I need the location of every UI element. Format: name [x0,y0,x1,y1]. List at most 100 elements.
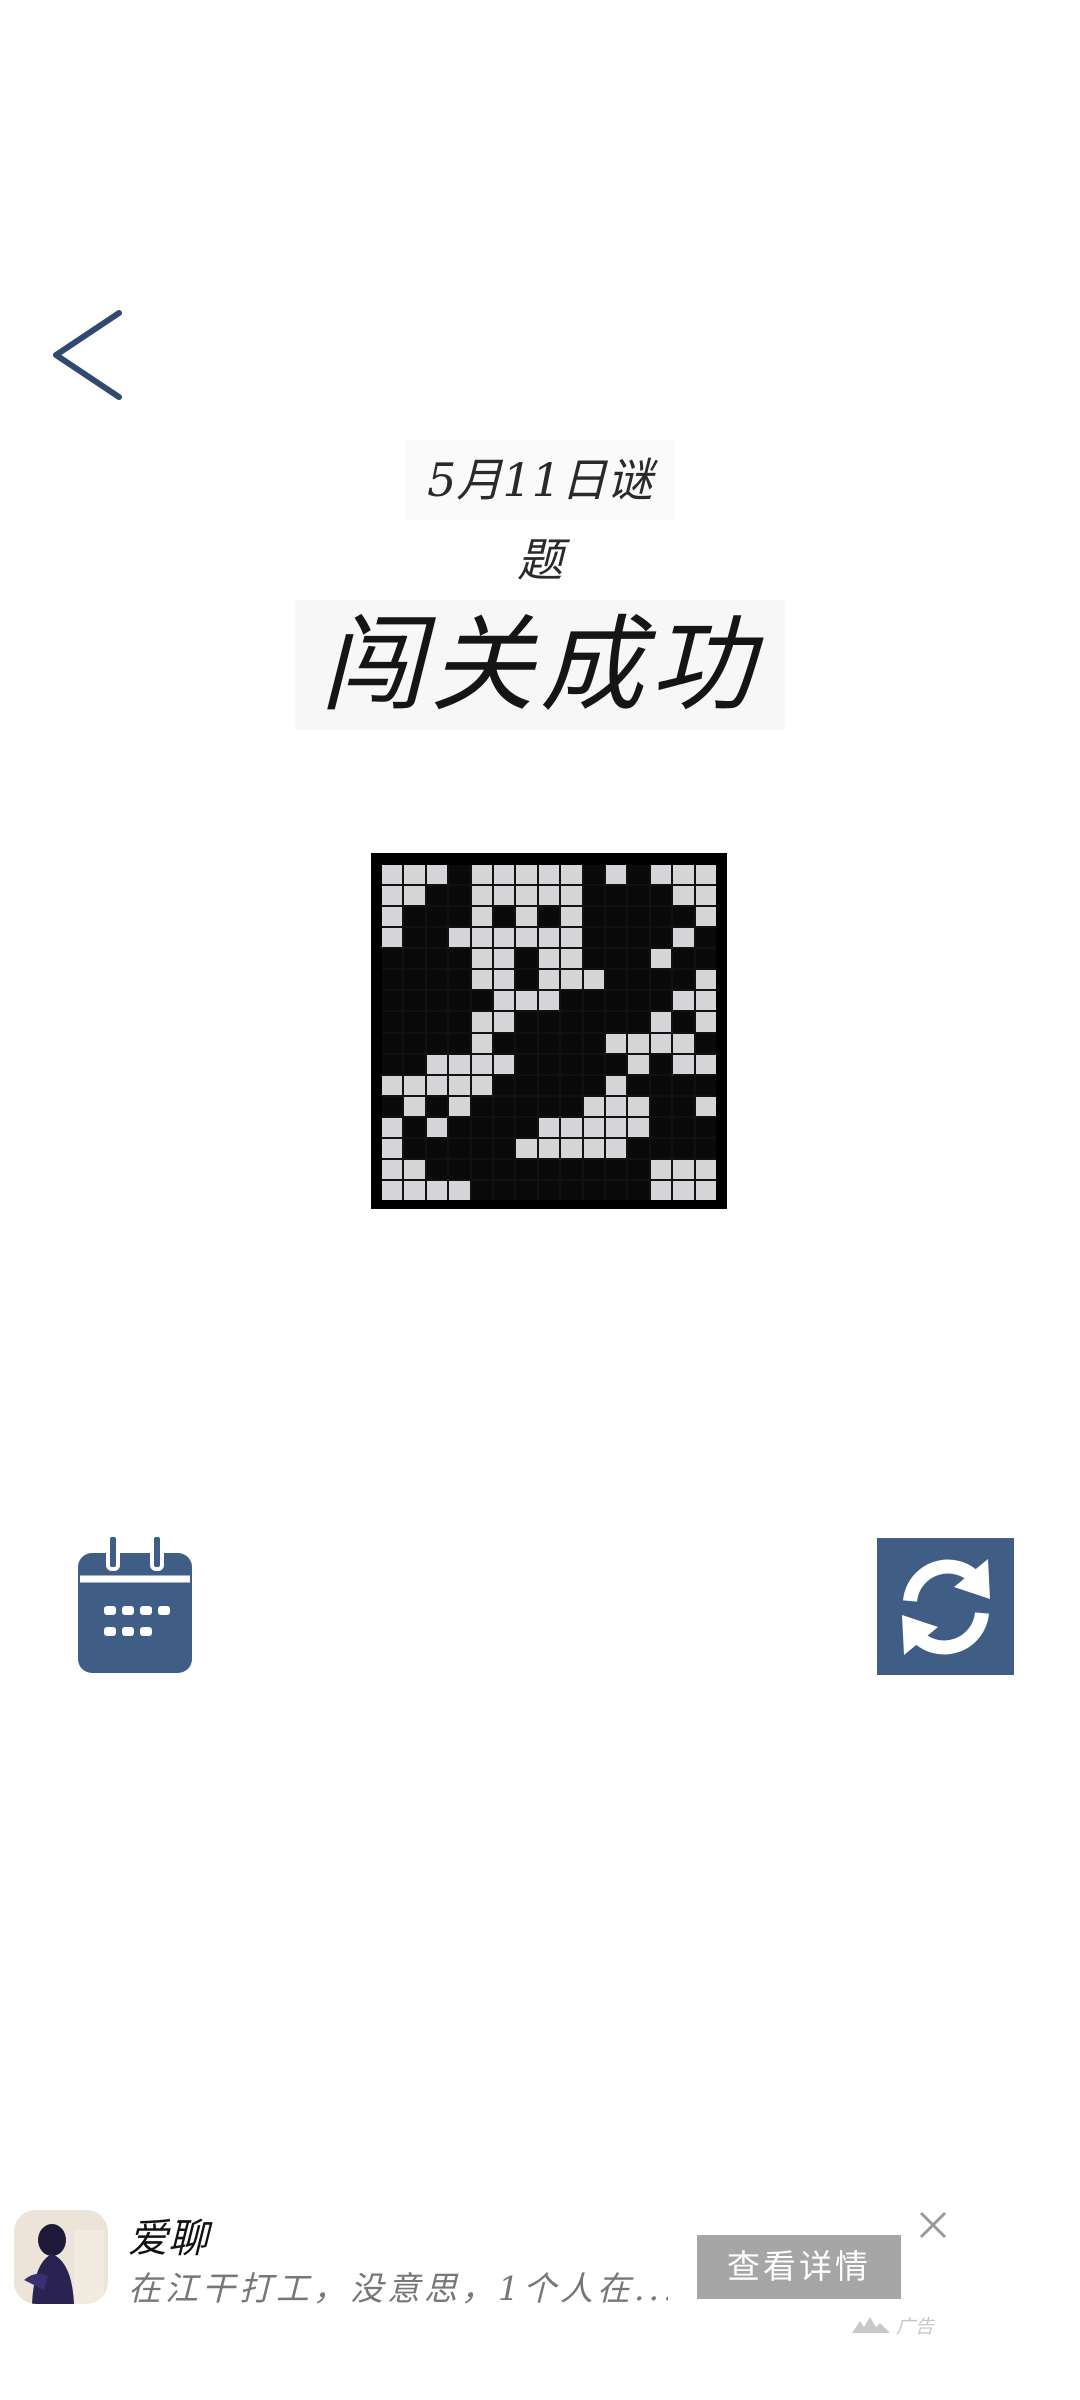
back-button[interactable] [44,305,134,405]
grid-cell [493,1033,515,1053]
grid-cell [493,928,515,948]
grid-cell [471,865,492,885]
grid-cell [605,1054,627,1074]
refresh-icon [901,1558,990,1655]
grid-cell [538,865,560,885]
grid-cell [583,1012,604,1032]
grid-cell [583,886,604,906]
ad-close-button[interactable] [916,2208,950,2242]
ad-tag: 广告 [852,2310,948,2340]
grid-cell [449,1096,470,1116]
grid-cell [538,991,560,1011]
grid-cell [695,1033,716,1053]
grid-cell [538,1138,560,1158]
grid-cell [605,1117,627,1137]
grid-cell [493,1180,515,1200]
grid-cell [382,1054,403,1074]
grid-cell [561,1159,582,1179]
ad-network-icon [852,2317,890,2333]
grid-cell [695,949,716,969]
grid-cell [673,928,694,948]
ad-view-details-button[interactable]: 查看详情 [697,2235,901,2299]
grid-cell [471,907,492,927]
grid-cell [382,1117,403,1137]
grid-cell [695,928,716,948]
grid-cell [695,991,716,1011]
grid-cell [404,991,425,1011]
grid-cell [471,1075,492,1095]
grid-cell [628,1033,649,1053]
grid-cell [605,1012,627,1032]
grid-cell [538,1075,560,1095]
grid-cell [426,865,448,885]
grid-cell [695,886,716,906]
grid-cell [561,886,582,906]
grid-cell [382,907,403,927]
grid-cell [583,1117,604,1137]
grid-cell [404,1033,425,1053]
grid-cell [404,1075,425,1095]
grid-cell [404,1180,425,1200]
grid-cell [382,928,403,948]
grid-cell [583,949,604,969]
grid-cell [449,1117,470,1137]
grid-cell [628,907,649,927]
close-icon [919,2211,947,2239]
grid-cell [538,949,560,969]
grid-cell [605,991,627,1011]
grid-cell [628,928,649,948]
grid-cell [583,970,604,990]
grid-cell [449,1180,470,1200]
grid-cell [471,1096,492,1116]
grid-cell [628,1159,649,1179]
grid-cell [516,907,537,927]
ad-app-avatar [14,2210,108,2304]
grid-cell [673,970,694,990]
grid-cell [382,865,403,885]
grid-cell [471,1180,492,1200]
grid-cell [628,1012,649,1032]
ad-banner[interactable]: 爱聊 在江干打工，没意思，1个人在... 查看详情 广告 [0,2190,1080,2350]
grid-cell [673,1180,694,1200]
grid-cell [404,1054,425,1074]
grid-cell [449,865,470,885]
puzzle-board [371,853,727,1209]
puzzle-date-title: 5月11日谜题 [405,440,675,587]
grid-cell [561,1054,582,1074]
grid-cell [471,1138,492,1158]
refresh-button[interactable] [877,1538,1014,1675]
grid-cell [426,1075,448,1095]
grid-cell [471,949,492,969]
grid-cell [404,928,425,948]
grid-cell [516,865,537,885]
grid-cell [650,1138,672,1158]
grid-cell [493,1159,515,1179]
grid-cell [449,1075,470,1095]
grid-cell [695,1159,716,1179]
grid-cell [605,1096,627,1116]
grid-cell [426,1033,448,1053]
grid-cell [583,1138,604,1158]
grid-cell [493,991,515,1011]
grid-cell [471,991,492,1011]
grid-cell [404,1159,425,1179]
grid-cell [516,886,537,906]
grid-cell [605,1180,627,1200]
grid-cell [449,991,470,1011]
grid-cell [426,928,448,948]
grid-cell [382,1096,403,1116]
grid-cell [404,865,425,885]
calendar-button[interactable] [76,1533,194,1675]
grid-cell [650,865,672,885]
grid-cell [493,1096,515,1116]
grid-cell [695,1012,716,1032]
grid-cell [561,1096,582,1116]
grid-cell [493,907,515,927]
grid-cell [605,865,627,885]
grid-cell [516,1180,537,1200]
grid-cell [673,886,694,906]
grid-cell [628,1075,649,1095]
grid-cell [561,1180,582,1200]
grid-cell [561,928,582,948]
grid-cell [673,1075,694,1095]
